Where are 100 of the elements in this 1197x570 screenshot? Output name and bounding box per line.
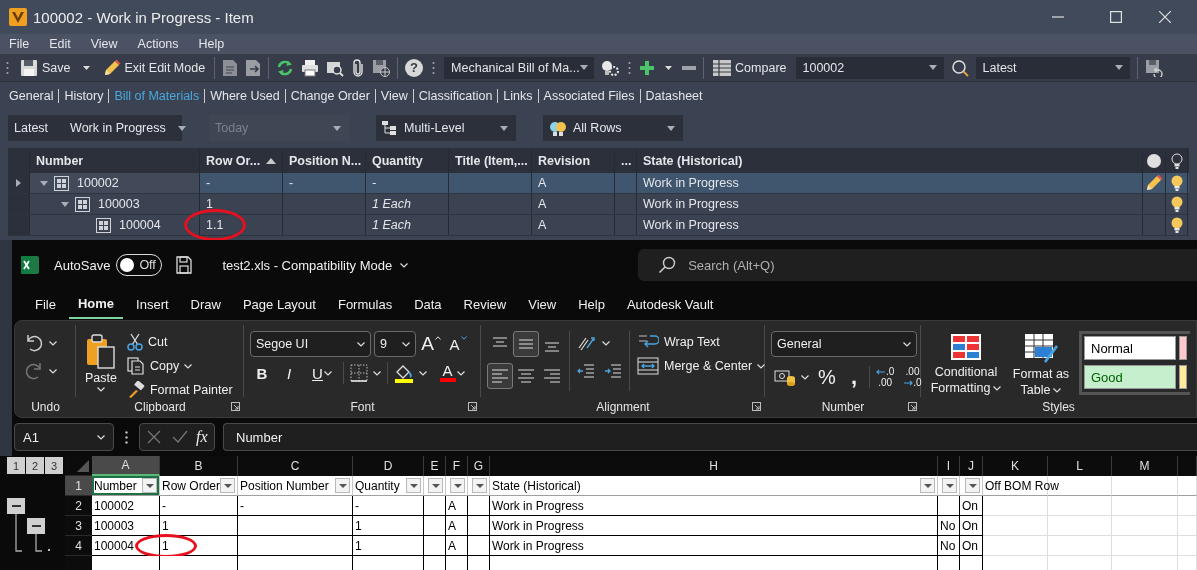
tab[interactable]: Change Order	[285, 89, 375, 103]
paste-button[interactable]: Paste	[82, 331, 120, 392]
font-name-field[interactable]: Segoe UI	[250, 331, 371, 357]
filter-button[interactable]	[965, 478, 980, 493]
cut-button[interactable]: Cut	[123, 331, 171, 353]
ribbon-tab[interactable]: Review	[454, 292, 516, 318]
column-header[interactable]: Row Or...	[206, 154, 261, 168]
column-header[interactable]: Revision	[538, 154, 591, 168]
version-dropdown[interactable]: Latest	[975, 56, 1130, 79]
collapse-button[interactable]	[7, 498, 25, 514]
angled-text-icon	[577, 334, 597, 352]
filter-dropdown[interactable]: Multi-Level	[376, 115, 516, 141]
format-painter-button[interactable]: Format Painter	[123, 379, 236, 401]
ribbon-tab[interactable]: Draw	[181, 292, 230, 318]
save-button[interactable]: Save	[18, 55, 73, 80]
dialog-launcher-button[interactable]	[468, 402, 477, 411]
tab[interactable]: Classification	[413, 89, 498, 103]
font-size-field[interactable]: 9	[374, 331, 416, 357]
name-box[interactable]: A1	[14, 423, 114, 451]
collapse-toggle-icon[interactable]	[61, 201, 69, 207]
align-button[interactable]	[487, 363, 513, 389]
ribbon-tab[interactable]: View	[519, 292, 566, 318]
column-header[interactable]: A	[92, 456, 160, 476]
search-field[interactable]: Search (Alt+Q)	[638, 249, 1197, 281]
collapse-toggle-icon[interactable]	[40, 180, 48, 186]
column-header[interactable]: Position N...	[289, 154, 362, 168]
select-all-icon[interactable]	[77, 460, 89, 472]
font-color-button[interactable]: A	[433, 361, 471, 385]
shrink-font-button[interactable]: A	[446, 332, 470, 356]
italic-button[interactable]: I	[277, 361, 301, 385]
ribbon-tab[interactable]: File	[26, 292, 65, 318]
bom-view-dropdown[interactable]: Mechanical Bill of Ma...	[444, 56, 595, 79]
filter-button[interactable]	[920, 478, 935, 493]
tab[interactable]: Associated Files	[538, 89, 640, 103]
bold-button[interactable]: B	[250, 361, 274, 385]
outline-level-button[interactable]: 3	[45, 457, 63, 474]
decrease-decimal-button[interactable]: .00 .0	[900, 361, 925, 393]
ribbon-tab[interactable]: Page Layout	[233, 292, 325, 318]
increase-decimal-button[interactable]: .0 .00	[873, 361, 898, 393]
dialog-launcher-button[interactable]	[908, 402, 917, 411]
tab[interactable]: Where Used	[205, 89, 285, 103]
compare-button[interactable]: Compare	[711, 55, 789, 80]
outline-level-button[interactable]: 1	[7, 457, 25, 474]
menu-item[interactable]: Actions	[131, 37, 185, 51]
menu-item[interactable]: View	[84, 37, 124, 51]
conditional-formatting-button[interactable]: Conditional Formatting	[927, 331, 1005, 396]
help-button[interactable]: ?	[405, 58, 424, 77]
tab[interactable]: View	[375, 89, 413, 103]
tab[interactable]: Links	[498, 89, 538, 103]
ribbon-tab[interactable]: Help	[569, 292, 614, 318]
document-title[interactable]: test2.xls - Compatibility Mode	[222, 257, 409, 273]
row-header[interactable]: 1	[65, 476, 92, 496]
number-format-field[interactable]: General	[771, 331, 917, 357]
format-as-table-button[interactable]: Format as Table	[1009, 331, 1073, 398]
exit-edit-mode-button[interactable]: Exit Edit Mode	[100, 55, 208, 80]
table-row[interactable]: 100003 1 1 Each A Work in Progress	[8, 194, 1189, 215]
table-cell: -	[283, 173, 366, 193]
style-swatch[interactable]	[1179, 336, 1187, 360]
column-header[interactable]: State (Historical)	[643, 154, 743, 168]
merge-center-button[interactable]: Merge & Center	[634, 355, 769, 377]
ribbon-tab[interactable]: Formulas	[328, 292, 402, 318]
tab[interactable]: Bill of Materials	[109, 89, 205, 103]
grow-font-button[interactable]: A	[419, 332, 443, 356]
comma-style-button[interactable]: ,	[842, 365, 866, 389]
cell-style[interactable]: Good	[1084, 365, 1176, 389]
style-swatch[interactable]	[1179, 365, 1187, 389]
tab[interactable]: General	[4, 89, 59, 103]
column-header[interactable]: Number	[36, 154, 84, 168]
column-header[interactable]: ...	[621, 154, 632, 168]
dialog-launcher-button[interactable]	[231, 402, 240, 411]
compare-item-dropdown[interactable]: 100002	[795, 56, 944, 79]
menu-item[interactable]: File	[3, 37, 36, 51]
formula-field[interactable]: Number	[223, 423, 1197, 451]
menu-item[interactable]: Help	[192, 37, 231, 51]
filter-button[interactable]	[406, 478, 421, 493]
column-header[interactable]: Quantity	[372, 154, 423, 168]
filter-dropdown[interactable]: All Rows	[543, 115, 683, 141]
menu-item[interactable]: Edit	[43, 37, 77, 51]
collapse-button[interactable]	[27, 518, 45, 534]
insert-function-button[interactable]: fx	[196, 428, 208, 446]
ribbon-tab[interactable]: Data	[405, 292, 451, 318]
row-selector[interactable]	[8, 173, 30, 193]
filter-button[interactable]	[220, 478, 235, 493]
ribbon-tab[interactable]: Autodesk Vault	[617, 292, 723, 318]
column-header[interactable]: Title (Item,...	[455, 154, 528, 168]
table-row[interactable]: 100002 - - - A Work in Progress	[8, 173, 1189, 194]
tab[interactable]: Datasheet	[640, 89, 708, 103]
percent-button[interactable]: %	[815, 365, 839, 389]
borders-button[interactable]	[347, 361, 384, 385]
copy-button[interactable]: Copy	[123, 355, 196, 377]
wrap-text-button[interactable]: Wrap Text	[634, 331, 723, 353]
underline-button[interactable]: U	[304, 361, 340, 385]
dialog-launcher-button[interactable]	[752, 402, 761, 411]
tab[interactable]: History	[59, 89, 109, 103]
align-button[interactable]	[513, 331, 539, 357]
filter-button[interactable]	[335, 478, 350, 493]
cell-style[interactable]: Normal	[1084, 336, 1176, 360]
filter-button[interactable]	[142, 478, 157, 493]
outline-level-button[interactable]: 2	[26, 457, 44, 474]
ribbon-tab[interactable]: Insert	[127, 292, 178, 318]
